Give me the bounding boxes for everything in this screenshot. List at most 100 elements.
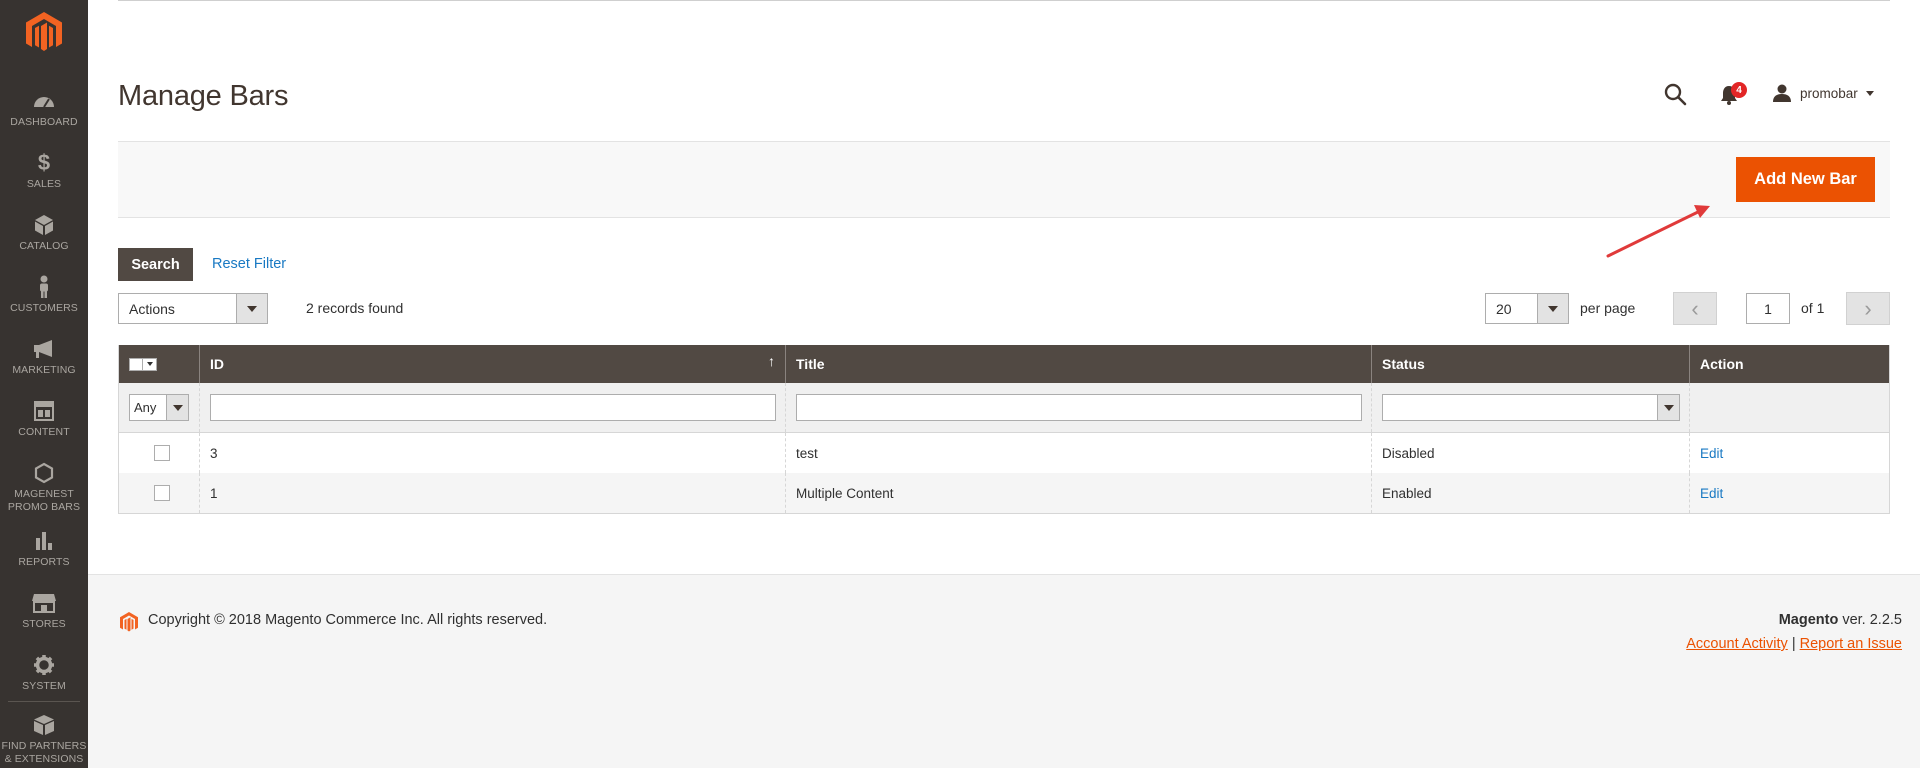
cell-id: 3 <box>200 433 786 473</box>
user-menu[interactable]: promobar <box>1772 82 1874 104</box>
status-filter-select[interactable] <box>1382 394 1680 421</box>
select-filter-value: Any <box>134 400 157 415</box>
add-new-bar-button[interactable]: Add New Bar <box>1736 157 1875 202</box>
chevron-down-icon <box>236 294 267 323</box>
cell-id: 1 <box>200 473 786 513</box>
sidebar-item-dashboard[interactable]: DASHBOARD <box>0 88 88 148</box>
mass-actions-select[interactable]: Actions <box>118 293 268 324</box>
grid-header-row: ID ↑ Title Status Action <box>119 345 1889 383</box>
previous-page-button[interactable]: ‹ <box>1673 292 1717 325</box>
chevron-down-icon <box>1657 395 1679 420</box>
account-activity-link[interactable]: Account Activity <box>1686 636 1788 652</box>
bar-chart-icon <box>31 528 57 554</box>
sidebar-item-label: MARKETING <box>12 364 76 376</box>
version-info: Magento ver. 2.2.5 <box>1779 612 1902 628</box>
sort-ascending-icon: ↑ <box>768 353 775 369</box>
grid-filter-row: Any <box>119 383 1889 433</box>
cube-icon <box>31 212 57 238</box>
sidebar-item-label: SYSTEM <box>22 680 66 692</box>
footer-links: Account Activity | Report an Issue <box>1686 636 1902 652</box>
edit-link[interactable]: Edit <box>1700 486 1723 501</box>
cell-title: Multiple Content <box>786 473 1372 513</box>
row-checkbox[interactable] <box>154 445 170 461</box>
sidebar-item-system[interactable]: SYSTEM <box>0 652 88 712</box>
sidebar-item-label: CATALOG <box>19 240 69 252</box>
top-border <box>118 0 1890 1</box>
sidebar-item-magenest-promo-bars[interactable]: MAGENEST PROMO BARS <box>0 460 88 526</box>
chevron-down-icon <box>166 395 188 420</box>
report-issue-link[interactable]: Report an Issue <box>1800 636 1902 652</box>
filter-cell-status <box>1372 383 1690 432</box>
sidebar-item-label: MAGENEST PROMO BARS <box>7 488 81 513</box>
layout-icon <box>31 398 57 424</box>
cell-title: test <box>786 433 1372 473</box>
box-icon <box>31 712 57 738</box>
table-row[interactable]: 3 test Disabled Edit <box>119 433 1889 473</box>
chevron-down-icon[interactable] <box>143 357 157 371</box>
chevron-down-icon <box>1537 294 1568 323</box>
sidebar-item-label: REPORTS <box>18 556 70 568</box>
sidebar-item-marketing[interactable]: MARKETING <box>0 336 88 396</box>
sidebar-item-catalog[interactable]: CATALOG <box>0 212 88 272</box>
edit-link[interactable]: Edit <box>1700 446 1723 461</box>
mass-actions-value: Actions <box>129 300 175 317</box>
table-row[interactable]: 1 Multiple Content Enabled Edit <box>119 473 1889 513</box>
chevron-left-icon: ‹ <box>1691 295 1699 321</box>
magento-logo-icon[interactable] <box>22 10 66 54</box>
sidebar-item-stores[interactable]: STORES <box>0 590 88 650</box>
column-header-title[interactable]: Title <box>786 345 1372 383</box>
notification-badge[interactable]: 4 <box>1731 82 1747 98</box>
chevron-down-icon <box>1865 90 1874 96</box>
current-page-input[interactable] <box>1746 293 1790 324</box>
row-select-cell <box>119 433 200 473</box>
sidebar-divider <box>8 701 80 702</box>
sidebar-item-label: CONTENT <box>18 426 70 438</box>
column-header-label: Status <box>1382 356 1425 372</box>
row-checkbox[interactable] <box>154 485 170 501</box>
search-icon[interactable] <box>1663 82 1687 106</box>
filter-cell-title <box>786 383 1372 432</box>
hexagon-icon <box>31 460 57 486</box>
username: promobar <box>1800 85 1858 101</box>
next-page-button[interactable]: › <box>1846 292 1890 325</box>
filter-cell-id <box>200 383 786 432</box>
reset-filter-link[interactable]: Reset Filter <box>212 256 286 272</box>
column-header-label: Action <box>1700 356 1744 372</box>
per-page-select[interactable]: 20 <box>1485 293 1569 324</box>
magento-footer-logo-icon <box>120 612 138 632</box>
cell-action: Edit <box>1690 473 1889 513</box>
brand-name: Magento <box>1778 612 1839 628</box>
row-select-cell <box>119 473 200 513</box>
filter-cell-action <box>1690 383 1889 432</box>
sidebar-item-label: CUSTOMERS <box>10 302 78 314</box>
person-icon <box>31 274 57 300</box>
id-filter-input[interactable] <box>210 394 776 421</box>
gear-icon <box>31 652 57 678</box>
title-filter-input[interactable] <box>796 394 1362 421</box>
select-filter-any[interactable]: Any <box>129 394 189 421</box>
column-header-label: ID <box>210 356 224 372</box>
sidebar-item-sales[interactable]: $ SALES <box>0 150 88 210</box>
sidebar-item-label: STORES <box>22 618 66 630</box>
chevron-right-icon: › <box>1864 295 1872 321</box>
footer-separator: | <box>1791 636 1796 652</box>
copyright-text: Copyright © 2018 Magento Commerce Inc. A… <box>148 612 548 628</box>
search-button[interactable]: Search <box>118 248 193 281</box>
dollar-icon: $ <box>37 150 51 175</box>
cell-status: Disabled <box>1372 433 1690 473</box>
sidebar-item-customers[interactable]: CUSTOMERS <box>0 274 88 334</box>
column-header-id[interactable]: ID ↑ <box>200 345 786 383</box>
sidebar-item-find-partners[interactable]: FIND PARTNERS & EXTENSIONS <box>0 712 88 768</box>
user-icon <box>1773 84 1791 102</box>
page-title: Manage Bars <box>118 80 289 112</box>
select-all-checkbox[interactable] <box>129 357 143 371</box>
dashboard-icon <box>31 88 57 114</box>
sidebar-item-content[interactable]: CONTENT <box>0 398 88 458</box>
sidebar-item-reports[interactable]: REPORTS <box>0 528 88 588</box>
version-number: ver. 2.2.5 <box>1838 612 1902 628</box>
sidebar-item-label: DASHBOARD <box>10 116 78 128</box>
mass-select-dropdown[interactable] <box>129 357 157 371</box>
column-header-status[interactable]: Status <box>1372 345 1690 383</box>
admin-sidebar: DASHBOARD $ SALES CATALOG CUSTOMERS MARK… <box>0 0 88 768</box>
cell-status: Enabled <box>1372 473 1690 513</box>
